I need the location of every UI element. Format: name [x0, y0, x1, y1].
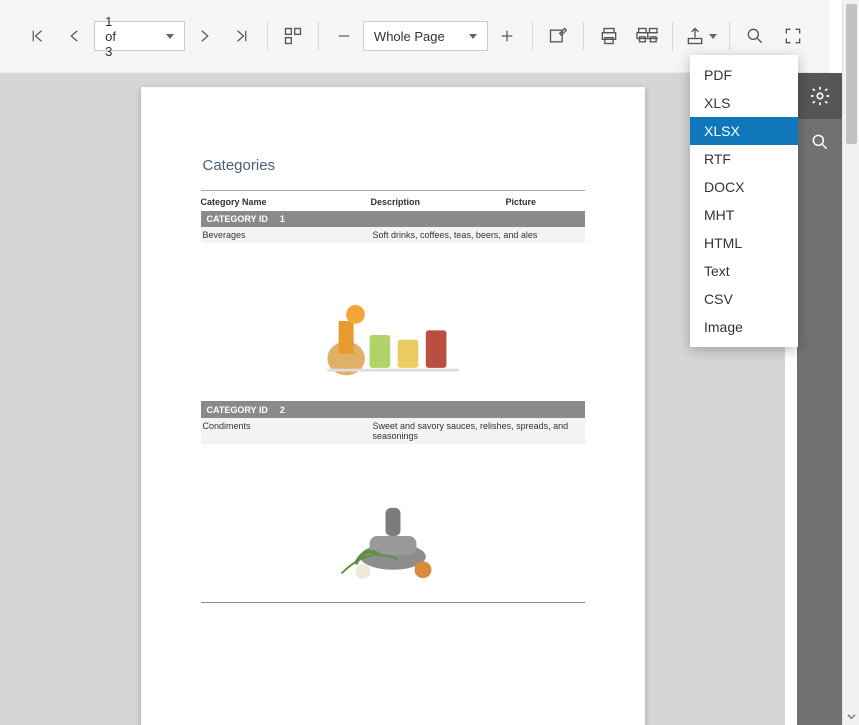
category-band: CATEGORY ID 2 — [201, 402, 585, 418]
scroll-down-arrow-icon[interactable] — [843, 708, 859, 725]
column-header-pic: Picture — [506, 197, 585, 207]
page-select[interactable]: 1 of 3 — [94, 21, 185, 51]
page-select-label: 1 of 3 — [105, 14, 126, 59]
category-desc: Sweet and savory sauces, relishes, sprea… — [373, 421, 583, 441]
category-band-label: CATEGORY ID — [207, 405, 268, 415]
export-menu-item-xls[interactable]: XLS — [690, 89, 798, 117]
category-row: Condiments Sweet and savory sauces, reli… — [201, 418, 585, 444]
export-menu-item-xlsx[interactable]: XLSX — [690, 117, 798, 145]
category-band-label: CATEGORY ID — [207, 214, 268, 224]
scrollbar-thumb[interactable] — [846, 4, 857, 144]
document-page: Categories Category Name Description Pic… — [141, 87, 645, 725]
divider — [201, 190, 585, 191]
export-menu-item-docx[interactable]: DOCX — [690, 173, 798, 201]
column-header-desc: Description — [371, 197, 506, 207]
print-page-button[interactable] — [628, 16, 666, 56]
toolbar-separator — [318, 22, 319, 50]
category-id: 1 — [280, 214, 285, 224]
export-menu-item-html[interactable]: HTML — [690, 229, 798, 257]
toolbar-separator — [583, 22, 584, 50]
zoom-out-button[interactable] — [325, 16, 363, 56]
beverages-image — [318, 285, 468, 385]
category-picture — [201, 243, 585, 385]
category-desc: Soft drinks, coffees, teas, beers, and a… — [373, 230, 583, 240]
chevron-down-icon — [469, 34, 477, 39]
print-button[interactable] — [590, 16, 628, 56]
export-menu-item-text[interactable]: Text — [690, 257, 798, 285]
export-menu: PDFXLSXLSXRTFDOCXMHTHTMLTextCSVImage — [690, 55, 798, 347]
search-button[interactable] — [736, 16, 774, 56]
multipage-toggle-button[interactable] — [274, 16, 312, 56]
export-menu-item-rtf[interactable]: RTF — [690, 145, 798, 173]
last-page-button[interactable] — [223, 16, 261, 56]
zoom-select-label: Whole Page — [374, 29, 445, 44]
divider — [201, 602, 585, 603]
condiments-image — [318, 486, 468, 586]
document-viewer[interactable]: Categories Category Name Description Pic… — [0, 73, 785, 725]
vertical-scrollbar[interactable] — [842, 0, 859, 725]
fullscreen-button[interactable] — [774, 16, 812, 56]
toolbar-separator — [729, 22, 730, 50]
export-menu-item-pdf[interactable]: PDF — [690, 61, 798, 89]
chevron-down-icon — [709, 34, 717, 39]
export-menu-item-csv[interactable]: CSV — [690, 285, 798, 313]
column-header-name: Category Name — [201, 197, 371, 207]
next-page-button[interactable] — [185, 16, 223, 56]
column-headers: Category Name Description Picture — [201, 197, 585, 207]
zoom-select[interactable]: Whole Page — [363, 21, 488, 51]
category-band: CATEGORY ID 1 — [201, 211, 585, 227]
toolbar-separator — [267, 22, 268, 50]
toolbar-separator — [532, 22, 533, 50]
highlight-fields-button[interactable] — [539, 16, 577, 56]
category-name: Beverages — [203, 230, 373, 240]
toolbar-separator — [672, 22, 673, 50]
report-title: Categories — [203, 157, 585, 174]
category-id: 2 — [280, 405, 285, 415]
export-menu-item-mht[interactable]: MHT — [690, 201, 798, 229]
zoom-in-button[interactable] — [488, 16, 526, 56]
category-row: Beverages Soft drinks, coffees, teas, be… — [201, 227, 585, 243]
export-button[interactable] — [679, 16, 723, 56]
search-panel-button[interactable] — [797, 119, 842, 165]
prev-page-button[interactable] — [56, 16, 94, 56]
first-page-button[interactable] — [18, 16, 56, 56]
export-menu-item-image[interactable]: Image — [690, 313, 798, 341]
settings-panel-button[interactable] — [797, 73, 842, 119]
category-picture — [201, 444, 585, 586]
chevron-down-icon — [166, 34, 174, 39]
side-panel — [797, 73, 842, 725]
category-name: Condiments — [203, 421, 373, 441]
